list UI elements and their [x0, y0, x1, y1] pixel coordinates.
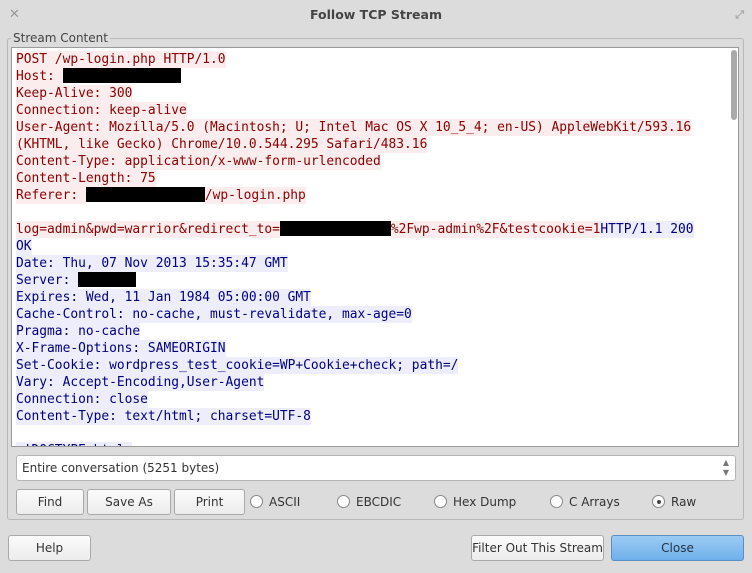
stream-line: Referer: /wp-login.php [16, 187, 694, 204]
stream-line: Pragma: no-cache [16, 323, 694, 340]
radio-label: Raw [671, 495, 697, 509]
stream-line: Date: Thu, 07 Nov 2013 15:35:47 GMT [16, 255, 694, 272]
print-button[interactable]: Print [174, 489, 245, 515]
help-button[interactable]: Help [8, 535, 91, 561]
title-bar: ✕ Follow TCP Stream ⤢ [0, 0, 752, 30]
radio-icon[interactable] [434, 495, 447, 508]
stream-line: Content-Length: 75 [16, 170, 694, 187]
server-text: Pragma: no-cache [16, 323, 141, 340]
stream-line: Vary: Accept-Encoding,User-Agent [16, 374, 694, 391]
find-button[interactable]: Find [16, 489, 84, 515]
server-text: HTTP/1.1 200 [600, 221, 694, 238]
server-text: Content-Type: text/html; charset=UTF-8 [16, 408, 311, 425]
client-text: %2Fwp-admin%2F&testcookie=1 [390, 221, 601, 238]
radio-icon[interactable] [550, 495, 563, 508]
server-text: Connection: close [16, 391, 148, 408]
stream-line: POST /wp-login.php HTTP/1.0 [16, 51, 694, 68]
format-radio-raw[interactable]: Raw [652, 494, 696, 510]
server-text: Server: [16, 272, 79, 289]
stream-lines: POST /wp-login.php HTTP/1.0 Host: Keep-Al… [16, 51, 694, 446]
stream-line: <!DOCTYPE html> [16, 442, 694, 446]
maximize-icon[interactable]: ⤢ [735, 0, 744, 30]
scrollbar[interactable] [731, 50, 737, 120]
frame-label: Stream Content [11, 31, 110, 45]
stream-line: Cache-Control: no-cache, must-revalidate… [16, 306, 694, 323]
server-text: X-Frame-Options: SAMEORIGIN [16, 340, 226, 357]
stream-line: Content-Type: text/html; charset=UTF-8 [16, 408, 694, 425]
client-text: User-Agent: Mozilla/5.0 (Macintosh; U; I… [16, 119, 692, 136]
server-text: <!DOCTYPE html> [16, 442, 133, 446]
stream-line: OK [16, 238, 694, 255]
stream-line [16, 204, 694, 221]
radio-label: Hex Dump [453, 495, 517, 509]
client-text: /wp-login.php [204, 187, 306, 204]
server-text: Expires: Wed, 11 Jan 1984 05:00:00 GMT [16, 289, 311, 306]
select-arrows-icon: ▲ ▼ [722, 458, 729, 477]
radio-icon[interactable] [652, 495, 665, 508]
stream-text-area[interactable]: POST /wp-login.php HTTP/1.0 Host: Keep-Al… [11, 47, 739, 447]
server-text: Set-Cookie: wordpress_test_cookie=WP+Coo… [16, 357, 459, 374]
stream-line: Keep-Alive: 300 [16, 85, 694, 102]
client-text: (KHTML, like Gecko) Chrome/10.0.544.295 … [16, 136, 428, 153]
redacted-block [279, 221, 391, 236]
redacted-block [85, 187, 205, 202]
radio-icon[interactable] [337, 495, 350, 508]
server-text: OK [16, 238, 32, 255]
format-radio-c-arrays[interactable]: C Arrays [550, 494, 620, 510]
redacted-block [78, 272, 137, 287]
radio-label: C Arrays [569, 495, 620, 509]
server-text: Vary: Accept-Encoding,User-Agent [16, 374, 265, 391]
server-text: Cache-Control: no-cache, must-revalidate… [16, 306, 412, 323]
close-button[interactable]: Close [611, 535, 744, 561]
stream-line: User-Agent: Mozilla/5.0 (Macintosh; U; I… [16, 119, 694, 136]
radio-label: ASCII [269, 495, 301, 509]
stream-line: Expires: Wed, 11 Jan 1984 05:00:00 GMT [16, 289, 694, 306]
client-text: Content-Type: application/x-www-form-url… [16, 153, 381, 170]
format-radio-ebcdic[interactable]: EBCDIC [337, 494, 401, 510]
format-radio-hex-dump[interactable]: Hex Dump [434, 494, 516, 510]
format-radio-ascii[interactable]: ASCII [250, 494, 300, 510]
conversation-select-value: Entire conversation (5251 bytes) [22, 461, 220, 475]
stream-line: Set-Cookie: wordpress_test_cookie=WP+Coo… [16, 357, 694, 374]
stream-line: X-Frame-Options: SAMEORIGIN [16, 340, 694, 357]
stream-line: log=admin&pwd=warrior&redirect_to= %2Fwp-… [16, 221, 694, 238]
window-title: Follow TCP Stream [310, 7, 442, 22]
stream-line: Connection: keep-alive [16, 102, 694, 119]
radio-label: EBCDIC [356, 495, 402, 509]
close-window-icon[interactable]: ✕ [9, 0, 20, 30]
filter-out-stream-button[interactable]: Filter Out This Stream [471, 535, 604, 561]
client-text: Connection: keep-alive [16, 102, 187, 119]
stream-line: Content-Type: application/x-www-form-url… [16, 153, 694, 170]
client-text: POST /wp-login.php HTTP/1.0 [16, 51, 226, 68]
save-as-button[interactable]: Save As [87, 489, 171, 515]
stream-line [16, 425, 694, 442]
client-text: Keep-Alive: 300 [16, 85, 133, 102]
client-text: Referer: [16, 187, 86, 204]
conversation-select[interactable]: Entire conversation (5251 bytes) ▲ ▼ [16, 455, 736, 481]
client-text: Content-Length: 75 [16, 170, 156, 187]
stream-line: Host: [16, 68, 694, 85]
stream-line: Connection: close [16, 391, 694, 408]
client-text: Host: [16, 68, 63, 85]
stream-line: Server: [16, 272, 694, 289]
redacted-block [62, 68, 181, 83]
client-text: log=admin&pwd=warrior&redirect_to= [16, 221, 280, 238]
stream-line: (KHTML, like Gecko) Chrome/10.0.544.295 … [16, 136, 694, 153]
server-text: Date: Thu, 07 Nov 2013 15:35:47 GMT [16, 255, 288, 272]
radio-icon[interactable] [250, 495, 263, 508]
